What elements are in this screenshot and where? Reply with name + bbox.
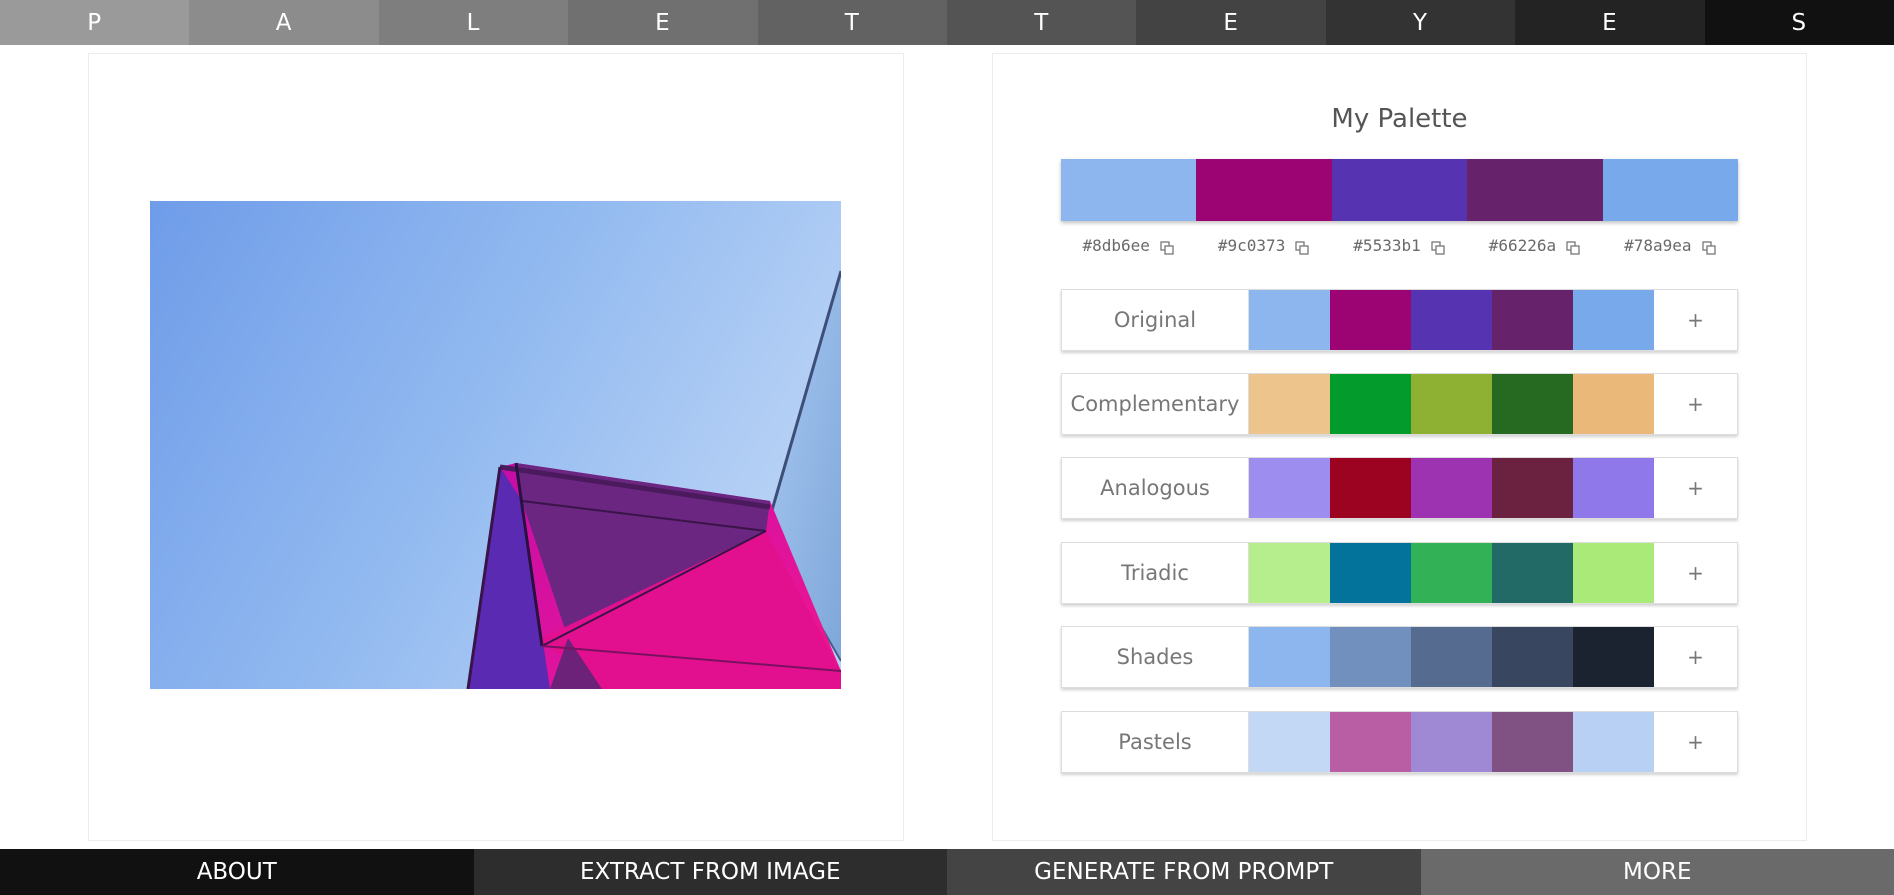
add-scheme-button[interactable]: + xyxy=(1654,374,1737,434)
add-scheme-button[interactable]: + xyxy=(1654,458,1737,518)
title-letter: E xyxy=(1136,0,1326,45)
scheme-swatch[interactable] xyxy=(1411,374,1492,434)
scheme-swatch[interactable] xyxy=(1492,458,1573,518)
scheme-label: Triadic xyxy=(1062,543,1249,603)
scheme-swatch[interactable] xyxy=(1330,458,1411,518)
title-letter: E xyxy=(568,0,758,45)
scheme-row-complementary: Complementary + xyxy=(1061,373,1738,435)
hex-code-row: #8db6ee #9c0373 #5533b1 #66226a #78a9ea xyxy=(1061,230,1738,260)
title-letter: A xyxy=(189,0,379,45)
scheme-swatch[interactable] xyxy=(1573,543,1654,603)
hex-code-label: #66226a xyxy=(1488,235,1557,255)
scheme-swatch[interactable] xyxy=(1249,543,1330,603)
copy-icon[interactable] xyxy=(1294,240,1310,256)
hex-code-copy[interactable]: #5533b1 xyxy=(1332,230,1467,260)
scheme-row-triadic: Triadic + xyxy=(1061,542,1738,604)
scheme-swatch[interactable] xyxy=(1330,712,1411,772)
scheme-swatch[interactable] xyxy=(1573,712,1654,772)
title-letter: S xyxy=(1704,0,1894,45)
scheme-swatch[interactable] xyxy=(1249,290,1330,350)
bottom-nav: ABOUT EXTRACT FROM IMAGE GENERATE FROM P… xyxy=(0,849,1894,895)
scheme-swatch[interactable] xyxy=(1411,627,1492,687)
scheme-swatch[interactable] xyxy=(1330,543,1411,603)
hex-code-copy[interactable]: #9c0373 xyxy=(1196,230,1331,260)
scheme-row-shades: Shades + xyxy=(1061,626,1738,688)
scheme-swatch[interactable] xyxy=(1249,627,1330,687)
scheme-row-analogous: Analogous + xyxy=(1061,457,1738,519)
scheme-swatch[interactable] xyxy=(1249,712,1330,772)
title-letter: T xyxy=(947,0,1137,45)
palette-swatch[interactable] xyxy=(1602,159,1739,221)
title-letter: Y xyxy=(1325,0,1516,45)
scheme-swatch[interactable] xyxy=(1492,627,1573,687)
palette-swatch[interactable] xyxy=(1467,159,1603,221)
scheme-label: Pastels xyxy=(1062,712,1249,772)
scheme-label: Analogous xyxy=(1062,458,1249,518)
scheme-swatch[interactable] xyxy=(1411,458,1492,518)
hex-code-label: #8db6ee xyxy=(1082,235,1150,255)
scheme-swatch[interactable] xyxy=(1330,627,1411,687)
title-letter: L xyxy=(378,0,569,45)
hex-code-label: #9c0373 xyxy=(1217,235,1286,255)
title-letter: T xyxy=(757,0,948,45)
palette-swatch[interactable] xyxy=(1331,159,1468,221)
scheme-swatch[interactable] xyxy=(1573,290,1654,350)
palette-title: My Palette xyxy=(1331,104,1468,134)
hex-code-copy[interactable]: #78a9ea xyxy=(1603,230,1738,260)
main-palette-strip xyxy=(1061,159,1739,221)
scheme-row-original: Original + xyxy=(1061,289,1738,351)
scheme-swatch[interactable] xyxy=(1573,374,1654,434)
copy-icon[interactable] xyxy=(1565,240,1581,256)
source-image[interactable] xyxy=(150,201,841,689)
scheme-row-pastels: Pastels + xyxy=(1061,711,1738,773)
copy-icon[interactable] xyxy=(1701,240,1717,256)
add-scheme-button[interactable]: + xyxy=(1654,627,1737,687)
hex-code-copy[interactable]: #8db6ee xyxy=(1061,230,1196,260)
add-scheme-button[interactable]: + xyxy=(1654,290,1737,350)
scheme-swatch[interactable] xyxy=(1330,290,1411,350)
scheme-label: Complementary xyxy=(1062,374,1249,434)
scheme-swatch[interactable] xyxy=(1573,458,1654,518)
palette-panel: My Palette #8db6ee #9c0373 #5533b1 #6622… xyxy=(992,53,1807,841)
nav-about[interactable]: ABOUT xyxy=(0,849,474,895)
image-panel xyxy=(88,53,904,841)
scheme-label: Original xyxy=(1062,290,1249,350)
title-letter: E xyxy=(1515,0,1705,45)
scheme-swatch[interactable] xyxy=(1249,374,1330,434)
scheme-swatch[interactable] xyxy=(1492,543,1573,603)
nav-extract-from-image[interactable]: EXTRACT FROM IMAGE xyxy=(473,849,947,895)
scheme-swatch[interactable] xyxy=(1492,374,1573,434)
palette-swatch[interactable] xyxy=(1196,159,1332,221)
title-bar: P A L E T T E Y E S xyxy=(0,0,1894,45)
scheme-swatch[interactable] xyxy=(1411,712,1492,772)
scheme-swatch[interactable] xyxy=(1411,543,1492,603)
add-scheme-button[interactable]: + xyxy=(1654,712,1737,772)
scheme-swatch[interactable] xyxy=(1573,627,1654,687)
scheme-swatch[interactable] xyxy=(1492,712,1573,772)
scheme-swatch[interactable] xyxy=(1249,458,1330,518)
nav-generate-from-prompt[interactable]: GENERATE FROM PROMPT xyxy=(947,849,1421,895)
nav-more[interactable]: MORE xyxy=(1420,849,1894,895)
palette-swatch[interactable] xyxy=(1061,159,1197,221)
hex-code-label: #5533b1 xyxy=(1353,235,1421,255)
scheme-swatch[interactable] xyxy=(1492,290,1573,350)
scheme-label: Shades xyxy=(1062,627,1249,687)
title-letter: P xyxy=(0,0,190,45)
add-scheme-button[interactable]: + xyxy=(1654,543,1737,603)
hex-code-label: #78a9ea xyxy=(1624,235,1692,255)
copy-icon[interactable] xyxy=(1430,240,1446,256)
copy-icon[interactable] xyxy=(1159,240,1175,256)
hex-code-copy[interactable]: #66226a xyxy=(1467,230,1602,260)
scheme-swatch[interactable] xyxy=(1330,374,1411,434)
scheme-swatch[interactable] xyxy=(1411,290,1492,350)
